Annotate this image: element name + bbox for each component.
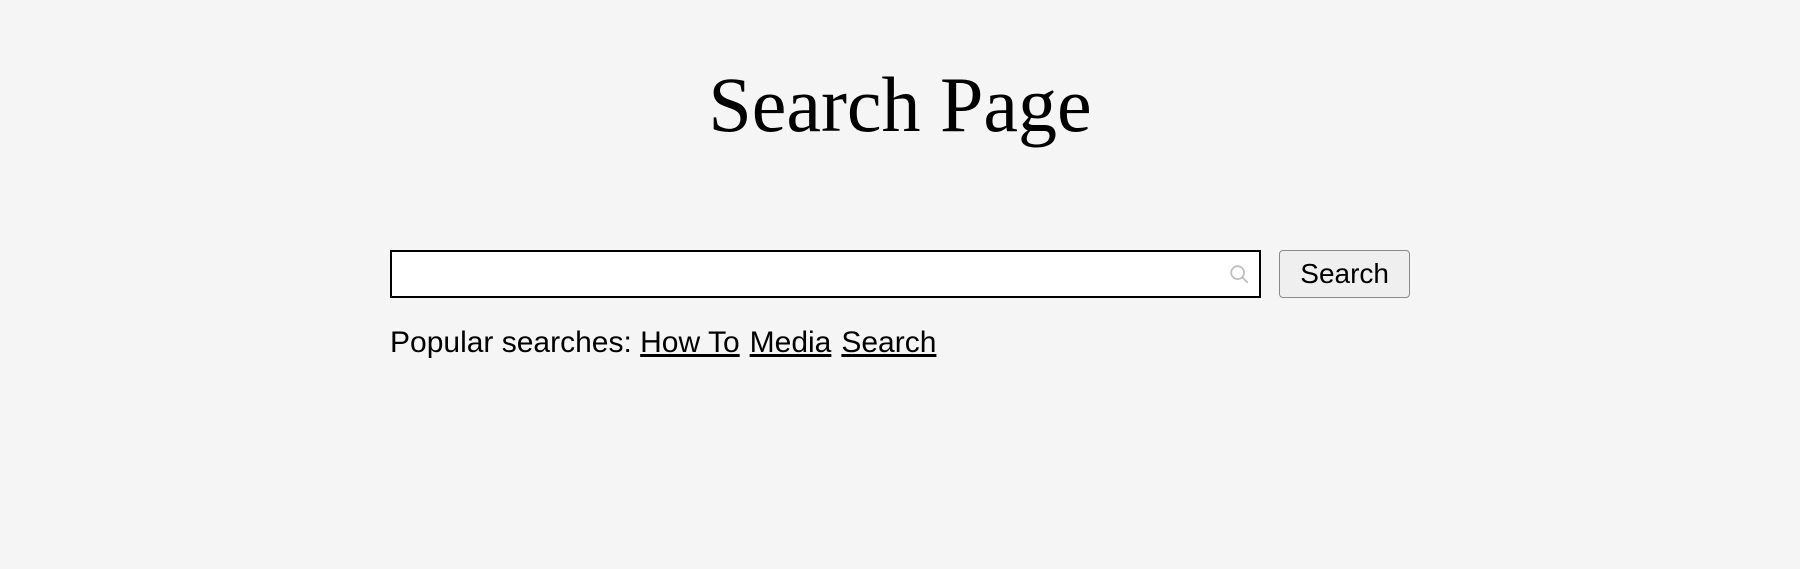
search-container: Search Popular searches: How To Media Sear… xyxy=(390,250,1410,360)
popular-link-media[interactable]: Media xyxy=(750,326,832,359)
search-input-wrapper xyxy=(390,250,1261,298)
popular-searches: Popular searches: How To Media Search xyxy=(390,326,1410,360)
search-button[interactable]: Search xyxy=(1279,250,1410,298)
popular-label: Popular searches: xyxy=(390,326,640,359)
search-input[interactable] xyxy=(392,252,1219,296)
page-title: Search Page xyxy=(708,60,1091,150)
search-row: Search xyxy=(390,250,1410,298)
search-icon xyxy=(1219,252,1259,296)
popular-link-how-to[interactable]: How To xyxy=(640,326,740,359)
popular-link-search[interactable]: Search xyxy=(841,326,936,359)
